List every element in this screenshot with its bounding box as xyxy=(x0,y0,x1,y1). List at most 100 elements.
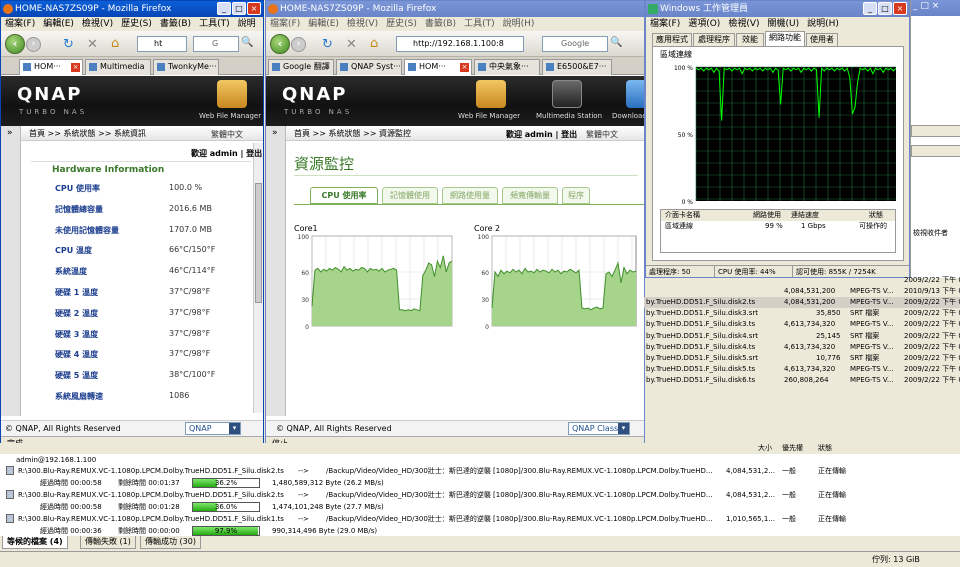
menu-options[interactable]: 選項(O) xyxy=(688,19,720,29)
tab-processes[interactable]: 處理程序 xyxy=(693,33,735,46)
url-input[interactable]: ht xyxy=(137,36,187,52)
title-bar[interactable]: HOME-NAS7ZS09P - Mozilla Firefox xyxy=(266,1,644,17)
home-icon[interactable]: ⌂ xyxy=(111,36,119,51)
search-icon[interactable]: 🔍 xyxy=(241,37,253,48)
minimize-button[interactable]: _ xyxy=(217,2,231,15)
title-bar[interactable]: HOME-NAS7ZS09P - Mozilla Firefox _ □ × xyxy=(1,1,263,17)
theme-select[interactable]: QNAP Classic▾ xyxy=(185,422,241,444)
menu-edit[interactable]: 編輯(E) xyxy=(43,19,74,29)
tab-qnap-system[interactable]: QNAP Syst··· xyxy=(336,59,402,75)
tab-weather[interactable]: 中央氣象··· xyxy=(474,59,540,75)
search-icon[interactable]: 🔍 xyxy=(610,37,622,48)
menu-file[interactable]: 檔案(F) xyxy=(5,19,35,29)
tab-e6500[interactable]: E6500&E7··· xyxy=(542,59,612,75)
tab-home[interactable]: HOM··· × xyxy=(404,59,472,75)
tab-memory-usage[interactable]: 記憶體使用 xyxy=(382,187,438,204)
menu-history[interactable]: 歷史(S) xyxy=(121,19,152,29)
file-row[interactable]: by.TrueHD.DD51.F_Silu.disk3.srt 35,850 SRT… xyxy=(644,308,960,319)
multimedia-station-label[interactable]: Multimedia Station xyxy=(536,112,602,120)
menu-help[interactable]: 說明(H) xyxy=(807,19,839,29)
minimize-button[interactable]: _ xyxy=(863,2,877,15)
menu-file[interactable]: 檔案(F) xyxy=(270,19,300,29)
welcome-logout[interactable]: 歡迎 admin | 登出 xyxy=(506,129,577,140)
tab-queued-files[interactable]: 等候的檔案 (4) xyxy=(2,536,68,549)
queue-item[interactable]: R:\300.Blu-Ray.REMUX.VC-1.1080p.LPCM.Dol… xyxy=(0,489,960,501)
tab-bandwidth[interactable]: 頻寬傳輸量 xyxy=(502,187,558,204)
file-row[interactable]: 4,084,531,200 MPEG-TS V... 2010/9/13 下午 0 xyxy=(644,286,960,297)
download-station-label[interactable]: Download xyxy=(612,112,644,120)
theme-select[interactable]: QNAP Classic▾ xyxy=(568,422,630,435)
stop-icon[interactable]: ✕ xyxy=(87,37,98,52)
file-row[interactable]: by.TrueHD.DD51.F_Silu.disk5.srt 10,776 SRT… xyxy=(644,353,960,364)
tab-networking[interactable]: 網路功能 xyxy=(765,31,805,46)
tab-multimedia[interactable]: Multimedia xyxy=(85,59,151,75)
tab-twonky[interactable]: TwonkyMe··· xyxy=(153,59,219,75)
side-panel-toggle[interactable]: » xyxy=(266,126,286,416)
menu-view[interactable]: 檢視(V) xyxy=(347,19,378,29)
maximize-button[interactable]: □ xyxy=(878,2,892,15)
web-file-manager-label[interactable]: Web File Manager xyxy=(458,112,520,120)
menu-help[interactable]: 說明(H) xyxy=(503,19,535,29)
web-file-manager-icon[interactable] xyxy=(217,80,247,108)
menu-view[interactable]: 檢視(V) xyxy=(82,19,113,29)
search-input[interactable]: Google xyxy=(542,36,608,52)
menu-shutdown[interactable]: 關機(U) xyxy=(768,19,800,29)
tab-succeeded[interactable]: 傳輸成功 (30) xyxy=(140,536,201,549)
file-row[interactable]: by.TrueHD.DD51.F_Silu.disk4.ts 4,613,734,… xyxy=(644,342,960,353)
multimedia-station-icon[interactable] xyxy=(552,80,582,108)
search-input[interactable]: G xyxy=(193,36,239,52)
scrollbar[interactable] xyxy=(253,143,263,413)
file-row[interactable]: by.TrueHD.DD51.F_Silu.disk4.srt 25,145 SRT… xyxy=(644,331,960,342)
tab-close-icon[interactable]: × xyxy=(460,63,469,72)
tab-processes[interactable]: 程序 xyxy=(562,187,590,204)
welcome-logout[interactable]: 歡迎 admin | 登出 xyxy=(191,148,262,159)
back-button[interactable]: ‹ xyxy=(5,34,25,54)
tab-google-translate[interactable]: Google 翻譯 xyxy=(268,59,334,75)
window-controls[interactable]: _ □ × xyxy=(913,1,939,11)
menu-bookmarks[interactable]: 書籤(B) xyxy=(160,19,191,29)
close-button[interactable]: × xyxy=(247,2,261,15)
title-bar[interactable]: Windows 工作管理員 _ □ × xyxy=(646,1,909,17)
tab-users[interactable]: 使用者 xyxy=(806,33,838,46)
file-row[interactable]: by.TrueHD.DD51.F_Silu.disk6.ts 260,808,26… xyxy=(644,375,960,386)
web-file-manager-icon[interactable] xyxy=(476,80,506,108)
maximize-button[interactable]: □ xyxy=(232,2,246,15)
stop-icon[interactable]: ✕ xyxy=(346,37,357,52)
tab-network-usage[interactable]: 網路使用量 xyxy=(442,187,498,204)
menu-view[interactable]: 檢視(V) xyxy=(728,19,759,29)
tab-close-icon[interactable]: × xyxy=(71,63,80,72)
file-row[interactable]: 2009/2/22 下午 0 xyxy=(644,275,960,286)
side-panel-toggle[interactable]: » xyxy=(1,126,21,416)
file-row[interactable]: by.TrueHD.DD51.F_Silu.disk5.ts 4,613,734,… xyxy=(644,364,960,375)
adapter-row[interactable]: 區域連線 99 % 1 Gbps 可操作的 xyxy=(661,221,895,232)
tab-failed[interactable]: 傳輸失敗 (1) xyxy=(80,536,136,549)
download-station-icon[interactable] xyxy=(626,80,644,108)
menu-edit[interactable]: 編輯(E) xyxy=(308,19,339,29)
file-row[interactable]: by.TrueHD.DD51.F_Silu.disk2.ts 4,084,531,… xyxy=(644,297,960,308)
tab-cpu-usage[interactable]: CPU 使用率 xyxy=(310,187,378,204)
tab-performance[interactable]: 效能 xyxy=(736,33,764,46)
tab-home[interactable]: HOM··· × xyxy=(19,59,83,75)
menu-bookmarks[interactable]: 書籤(B) xyxy=(425,19,456,29)
file-row[interactable]: by.TrueHD.DD51.F_Silu.disk3.ts 4,613,734,… xyxy=(644,319,960,330)
menu-tools[interactable]: 工具(T) xyxy=(199,19,230,29)
language-select[interactable]: 繁體中文 xyxy=(211,129,243,140)
reload-icon[interactable]: ↻ xyxy=(63,37,74,52)
reload-icon[interactable]: ↻ xyxy=(322,37,333,52)
queue-item[interactable]: R:\300.Blu-Ray.REMUX.VC-1.1080p.LPCM.Dol… xyxy=(0,513,960,525)
menu-tools[interactable]: 工具(T) xyxy=(464,19,495,29)
recipients-label[interactable]: 檢視收件者 xyxy=(913,228,948,238)
url-input[interactable]: http://192.168.1.100:8 xyxy=(396,36,524,52)
menu-help[interactable]: 說明 xyxy=(238,19,256,29)
web-file-manager-label[interactable]: Web File Manager xyxy=(199,112,261,120)
home-icon[interactable]: ⌂ xyxy=(370,36,378,51)
back-button[interactable]: ‹ xyxy=(270,34,290,54)
menu-history[interactable]: 歷史(S) xyxy=(386,19,417,29)
menu-file[interactable]: 檔案(F) xyxy=(650,19,680,29)
forward-button[interactable]: › xyxy=(26,37,41,52)
forward-button[interactable]: › xyxy=(291,37,306,52)
close-button[interactable]: × xyxy=(893,2,907,15)
language-select[interactable]: 繁體中文 xyxy=(586,129,618,140)
tab-applications[interactable]: 應用程式 xyxy=(652,33,692,46)
queue-item[interactable]: R:\300.Blu-Ray.REMUX.VC-1.1080p.LPCM.Dol… xyxy=(0,465,960,477)
